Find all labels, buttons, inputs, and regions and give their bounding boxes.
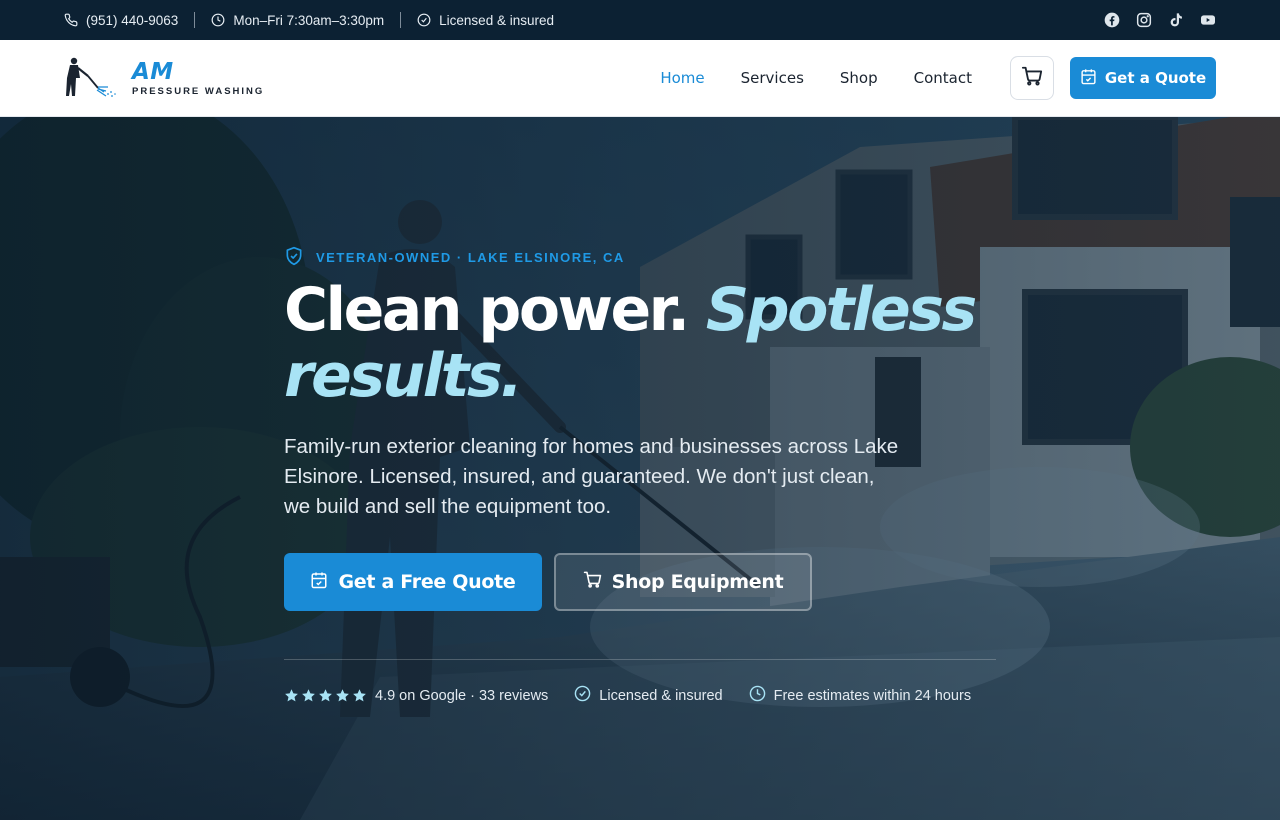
rating-text: 4.9 on Google · 33 reviews [375, 687, 549, 704]
check-circle-icon [574, 685, 591, 706]
nav-link-services[interactable]: Services [741, 69, 804, 87]
get-quote-label: Get a Quote [1104, 69, 1207, 87]
youtube-icon[interactable] [1200, 12, 1216, 28]
nav-link-shop[interactable]: Shop [840, 69, 878, 87]
top-bar: (951) 440-9063 Mon–Fri 7:30am–3:30pm Lic… [0, 0, 1280, 40]
calendar-icon [310, 571, 328, 594]
phone-number: (951) 440-9063 [86, 12, 179, 28]
phone-info[interactable]: (951) 440-9063 [64, 13, 178, 28]
hero-section: VETERAN-OWNED · LAKE ELSINORE, CA Clean … [0, 117, 1280, 820]
star-icon [319, 689, 332, 702]
calendar-icon [1080, 68, 1097, 89]
nav-menu: Home Services Shop Contact [660, 69, 972, 87]
nav-link-contact[interactable]: Contact [914, 69, 972, 87]
divider [400, 12, 402, 28]
hours-info: Mon–Fri 7:30am–3:30pm [211, 13, 384, 28]
shield-check-icon [284, 245, 304, 270]
estimates-text: Free estimates within 24 hours [773, 687, 972, 704]
clock-icon [211, 13, 225, 27]
cart-icon [583, 570, 602, 594]
instagram-icon[interactable] [1136, 12, 1152, 28]
cart-icon [1021, 65, 1043, 92]
shop-equipment-button[interactable]: Shop Equipment [554, 553, 812, 611]
trust-row: 4.9 on Google · 33 reviews Licensed & in… [284, 685, 971, 706]
free-quote-button[interactable]: Get a Free Quote [284, 553, 542, 611]
licensed-text: Licensed & insured [439, 12, 554, 28]
nav-link-home[interactable]: Home [660, 69, 704, 87]
brand-name: AM [132, 59, 174, 85]
get-quote-button[interactable]: Get a Quote [1070, 57, 1216, 99]
clock-icon [749, 685, 766, 706]
licensed-info: Licensed & insured [417, 13, 554, 28]
headline-main: Clean power. [284, 275, 706, 345]
brand-tagline: PRESSURE WASHING [132, 86, 265, 97]
social-links [1104, 12, 1216, 28]
hero-subtext: Family-run exterior cleaning for homes a… [284, 435, 899, 518]
check-circle-icon [417, 13, 431, 27]
logo[interactable]: AM PRESSURE WASHING [64, 56, 264, 100]
star-icon [285, 689, 298, 702]
hero-headline: Clean power. Spotless results. [284, 277, 1004, 409]
main-nav: AM PRESSURE WASHING Home Services Shop C… [0, 40, 1280, 117]
phone-icon [64, 13, 78, 27]
shop-equipment-label: Shop Equipment [611, 571, 784, 593]
hero-divider [284, 659, 996, 660]
hours-text: Mon–Fri 7:30am–3:30pm [233, 12, 385, 28]
star-icon [336, 689, 349, 702]
eyebrow-text: VETERAN-OWNED · LAKE ELSINORE, CA [316, 250, 625, 265]
facebook-icon[interactable] [1104, 12, 1120, 28]
star-icon [302, 689, 315, 702]
hero-eyebrow: VETERAN-OWNED · LAKE ELSINORE, CA [284, 245, 625, 270]
star-icon [353, 689, 366, 702]
licensed-badge: Licensed & insured [574, 685, 723, 706]
cart-button[interactable] [1010, 56, 1054, 100]
rating-badge: 4.9 on Google · 33 reviews [284, 688, 548, 704]
divider [194, 12, 196, 28]
star-rating [284, 688, 367, 703]
tiktok-icon[interactable] [1168, 12, 1184, 28]
licensed-text: Licensed & insured [599, 687, 723, 704]
free-quote-label: Get a Free Quote [338, 571, 516, 593]
estimates-badge: Free estimates within 24 hours [749, 685, 971, 706]
pressure-washer-logo-icon [64, 56, 120, 100]
